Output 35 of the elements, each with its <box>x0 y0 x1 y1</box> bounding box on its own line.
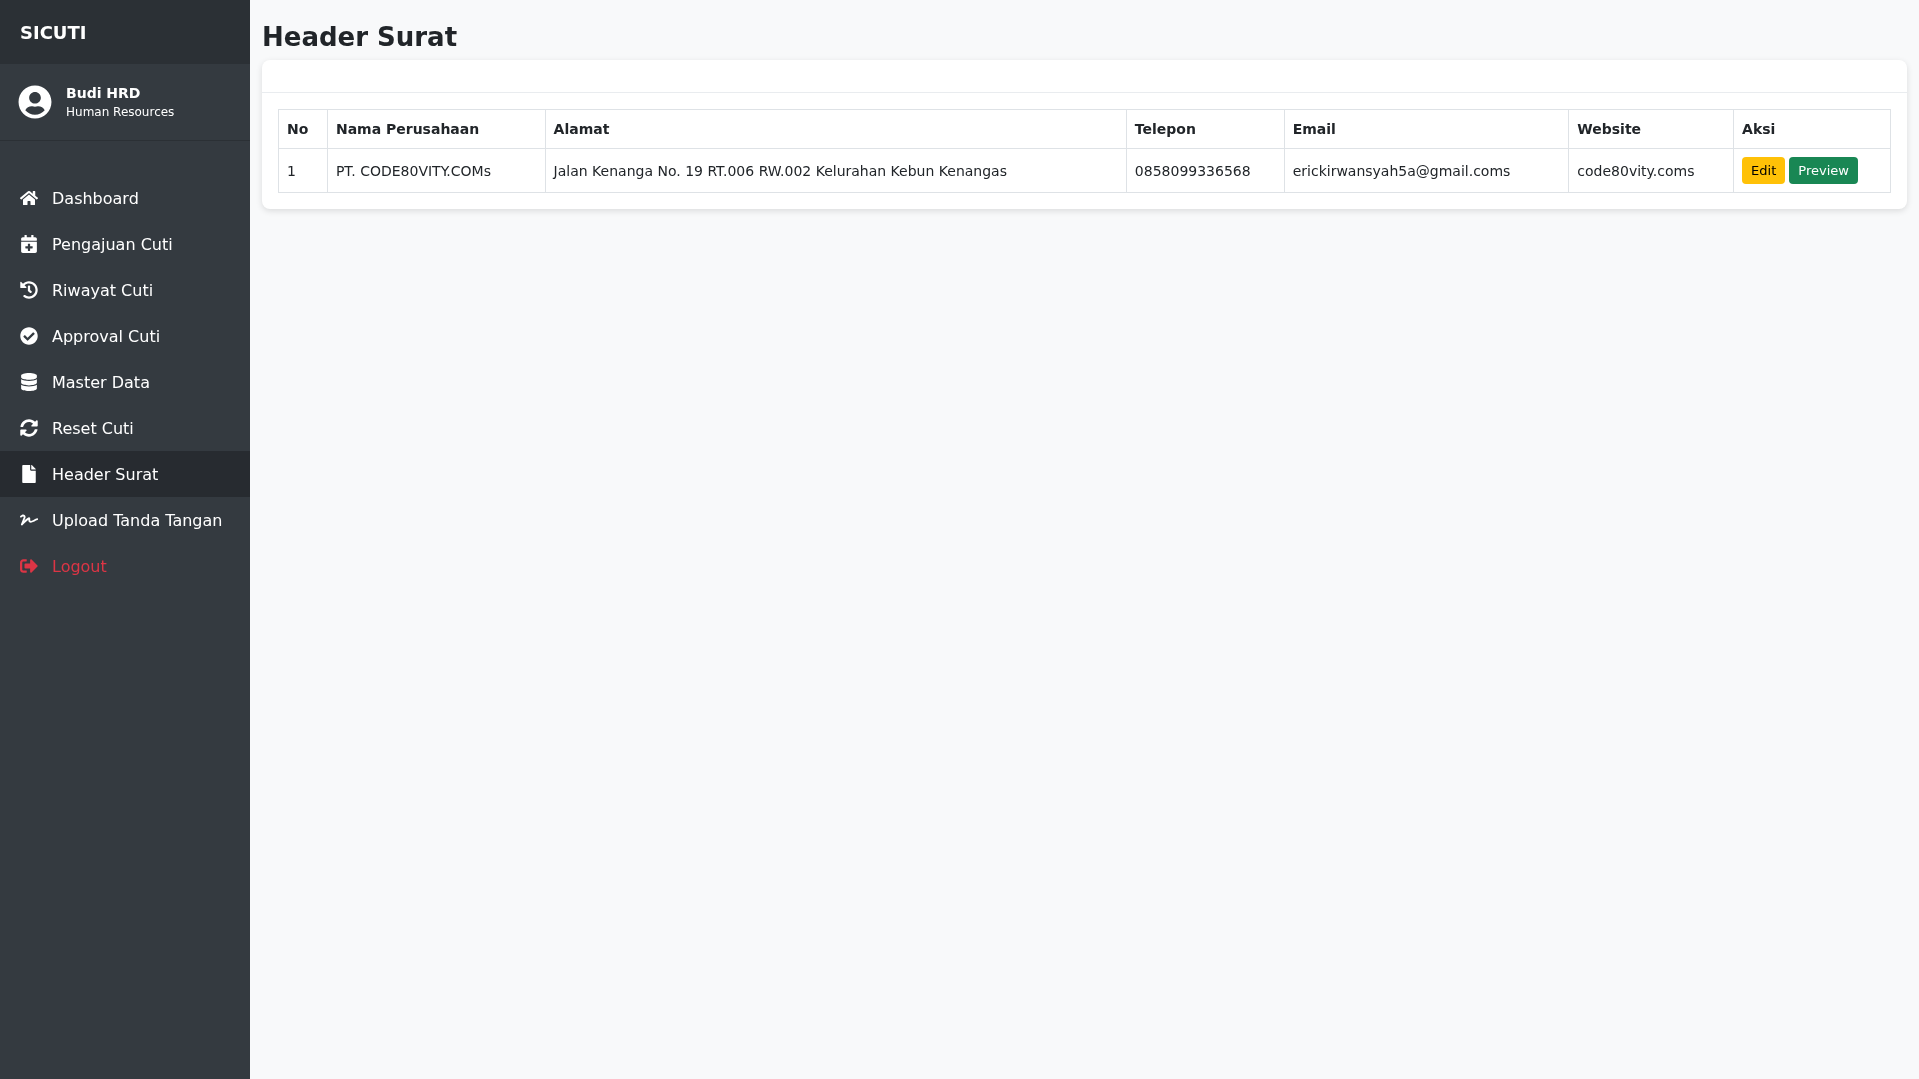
column-header: Email <box>1284 109 1569 149</box>
table-cell: erickirwansyah5a@gmail.coms <box>1284 148 1569 193</box>
table-cell: 1 <box>278 148 328 193</box>
user-role: Human Resources <box>66 105 175 119</box>
table-cell: PT. CODE80VITY.COMs <box>327 148 546 193</box>
column-header: No <box>278 109 328 149</box>
sidebar-item[interactable]: Upload Tanda Tangan <box>0 497 250 543</box>
column-header: Aksi <box>1733 109 1891 149</box>
sidebar-item[interactable]: Master Data <box>0 359 250 405</box>
sidebar-item[interactable]: Pengajuan Cuti <box>0 221 250 267</box>
column-header: Website <box>1568 109 1734 149</box>
table-cell: code80vity.coms <box>1568 148 1734 193</box>
sidebar-item[interactable]: Header Surat <box>0 451 250 497</box>
user-name: Budi HRD <box>66 85 142 101</box>
file-icon <box>20 465 38 483</box>
database-icon <box>20 373 38 391</box>
refresh-icon <box>20 419 38 437</box>
table-cell: 0858099336568 <box>1126 148 1285 193</box>
page-title: Header Surat <box>262 22 459 52</box>
sidebar-item[interactable]: Dashboard <box>0 175 250 221</box>
edit-button[interactable]: Edit <box>1742 157 1786 184</box>
column-header: Alamat <box>545 109 1127 149</box>
sidebar-item[interactable]: Reset Cuti <box>0 405 250 451</box>
history-icon <box>20 281 38 299</box>
sidebar-item[interactable]: Approval Cuti <box>0 313 250 359</box>
sidebar-item[interactable]: Riwayat Cuti <box>0 267 250 313</box>
app-brand: SICUTI <box>0 0 250 64</box>
logout-icon <box>20 557 38 575</box>
preview-button[interactable]: Preview <box>1789 157 1858 184</box>
user-avatar-icon <box>18 85 52 119</box>
home-icon <box>20 189 38 207</box>
column-header: Nama Perusahaan <box>327 109 546 149</box>
calendar-plus-icon <box>20 235 38 253</box>
column-header: Telepon <box>1126 109 1285 149</box>
table-cell: Jalan Kenanga No. 19 RT.006 RW.002 Kelurahan Kebun Kenangas <box>545 148 1127 193</box>
